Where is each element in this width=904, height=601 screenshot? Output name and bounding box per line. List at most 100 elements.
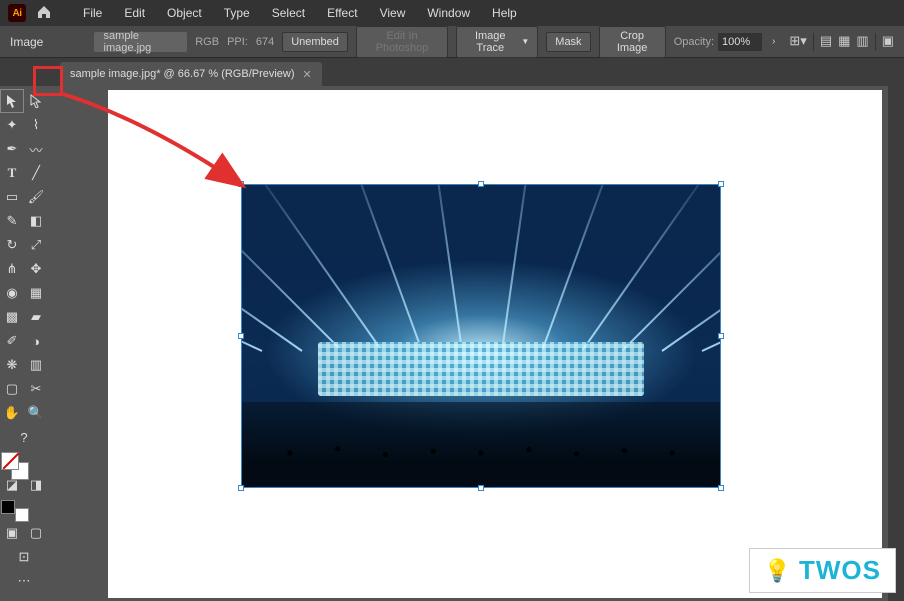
draw-behind-icon[interactable]: ▢ [25, 522, 47, 544]
width-tool[interactable]: ⋔ [1, 258, 23, 280]
default-stroke-icon [15, 508, 29, 522]
annotation-arrow-icon [58, 76, 278, 216]
resize-handle-bottom-right[interactable] [718, 485, 724, 491]
watermark-badge: 💡 TWOS [749, 548, 896, 593]
align-transform-icons: ⊞▾ ▤ ▦ ▥ ▣ [789, 33, 894, 51]
resize-handle-middle-left[interactable] [238, 333, 244, 339]
divider [813, 33, 814, 51]
selection-tool[interactable] [1, 90, 23, 112]
line-segment-tool[interactable]: ╱ [25, 162, 47, 184]
menu-help[interactable]: Help [481, 6, 528, 20]
zoom-tool[interactable]: 🔍 [25, 402, 47, 424]
blend-tool[interactable]: ◑ [25, 330, 47, 352]
ppi-label: PPI: [227, 36, 248, 48]
right-panel-collapsed[interactable] [888, 86, 904, 601]
screen-mode-icon[interactable]: ⊡ [13, 546, 35, 568]
linked-file-name[interactable]: sample image.jpg [94, 32, 188, 52]
illustrator-app-icon: Ai [8, 4, 26, 22]
resize-handle-top-middle[interactable] [478, 181, 484, 187]
crop-image-button[interactable]: Crop Image [599, 26, 666, 58]
transform-panel-icon[interactable]: ⊞▾ [789, 33, 806, 51]
slice-tool[interactable]: ✂ [25, 378, 47, 400]
align-left-icon[interactable]: ▤ [820, 33, 832, 51]
isolate-icon[interactable]: ▣ [882, 33, 894, 51]
eyedropper-tool[interactable]: ✐ [1, 330, 23, 352]
type-tool[interactable]: T [1, 162, 23, 184]
default-fill-icon [1, 500, 15, 514]
menu-object[interactable]: Object [156, 6, 213, 20]
light-beam [621, 184, 721, 352]
placed-image-selection[interactable] [241, 184, 721, 488]
main-menu: File Edit Object Type Select Effect View… [72, 6, 528, 20]
toggle-help[interactable]: ? [13, 426, 35, 448]
unembed-button[interactable]: Unembed [282, 32, 348, 52]
resize-handle-bottom-middle[interactable] [478, 485, 484, 491]
edit-in-photoshop-button: Edit In Photoshop [356, 26, 448, 58]
hand-tool[interactable]: ✋ [1, 402, 23, 424]
paintbrush-tool[interactable]: 🖌 [25, 186, 47, 208]
curvature-tool[interactable]: 〰 [25, 138, 47, 160]
light-beam [541, 184, 625, 351]
edit-toolbar-icon[interactable]: ⋯ [13, 570, 35, 592]
lightbulb-icon: 💡 [764, 558, 791, 584]
tools-panel: ✦ ⌇ ✒ 〰 T ╱ ▭ 🖌 ✎ ◧ ↻ ⤢ ⋔ ✥ ◉ ▦ ▩ ▰ ✐ ◑ … [0, 86, 48, 601]
image-trace-label: Image Trace [465, 30, 515, 54]
pen-tool[interactable]: ✒ [1, 138, 23, 160]
symbol-sprayer-tool[interactable]: ❋ [1, 354, 23, 376]
perspective-grid-tool[interactable]: ▦ [25, 282, 47, 304]
image-content-concert [242, 185, 720, 487]
scale-tool[interactable]: ⤢ [25, 234, 47, 256]
menu-file[interactable]: File [72, 6, 113, 20]
shape-builder-tool[interactable]: ◉ [1, 282, 23, 304]
align-right-icon[interactable]: ▥ [856, 33, 868, 51]
image-bounding-box [241, 184, 721, 488]
rotate-tool[interactable]: ↻ [1, 234, 23, 256]
shaper-tool[interactable]: ✎ [1, 210, 23, 232]
rectangle-tool[interactable]: ▭ [1, 186, 23, 208]
image-trace-button[interactable]: Image Trace ▼ [456, 26, 538, 58]
resize-handle-middle-right[interactable] [718, 333, 724, 339]
watermark-text: TWOS [799, 555, 881, 586]
led-screen [318, 342, 643, 396]
light-beam [581, 184, 720, 352]
menu-type[interactable]: Type [213, 6, 261, 20]
fill-color-none-icon[interactable] [1, 452, 19, 470]
mesh-tool[interactable]: ▩ [1, 306, 23, 328]
default-colors-swatch[interactable] [1, 500, 29, 522]
light-beam [501, 184, 536, 351]
chevron-down-icon[interactable]: ▼ [521, 37, 529, 46]
fill-stroke-swatch[interactable] [1, 452, 29, 480]
light-beam [339, 184, 423, 351]
crowd-silhouette [242, 402, 720, 487]
lasso-tool[interactable]: ⌇ [25, 114, 47, 136]
artboard-tool[interactable]: ▢ [1, 378, 23, 400]
light-beam [428, 184, 463, 351]
opacity-control: Opacity: › [674, 33, 782, 51]
menu-select[interactable]: Select [261, 6, 316, 20]
color-mode-label: RGB [195, 36, 219, 48]
free-transform-tool[interactable]: ✥ [25, 258, 47, 280]
close-tab-icon[interactable]: ✕ [303, 68, 312, 81]
menu-effect[interactable]: Effect [316, 6, 368, 20]
top-menu-bar: Ai File Edit Object Type Select Effect V… [0, 0, 904, 26]
menu-edit[interactable]: Edit [113, 6, 156, 20]
opacity-input[interactable] [718, 33, 762, 51]
gradient-tool[interactable]: ▰ [25, 306, 47, 328]
eraser-tool[interactable]: ◧ [25, 210, 47, 232]
opacity-label: Opacity: [674, 36, 714, 48]
resize-handle-bottom-left[interactable] [238, 485, 244, 491]
mask-button[interactable]: Mask [546, 32, 590, 52]
opacity-stepper-icon[interactable]: › [766, 36, 781, 47]
resize-handle-top-right[interactable] [718, 181, 724, 187]
draw-normal-icon[interactable]: ▣ [1, 522, 23, 544]
magic-wand-tool[interactable]: ✦ [1, 114, 23, 136]
divider [875, 33, 876, 51]
control-strip: Image sample image.jpg RGB PPI: 674 Unem… [0, 26, 904, 58]
menu-view[interactable]: View [369, 6, 417, 20]
menu-window[interactable]: Window [416, 6, 481, 20]
annotation-highlight-box [33, 66, 63, 96]
align-center-icon[interactable]: ▦ [838, 33, 850, 51]
home-icon[interactable] [36, 4, 52, 23]
column-graph-tool[interactable]: ▥ [25, 354, 47, 376]
light-beam [241, 249, 262, 352]
